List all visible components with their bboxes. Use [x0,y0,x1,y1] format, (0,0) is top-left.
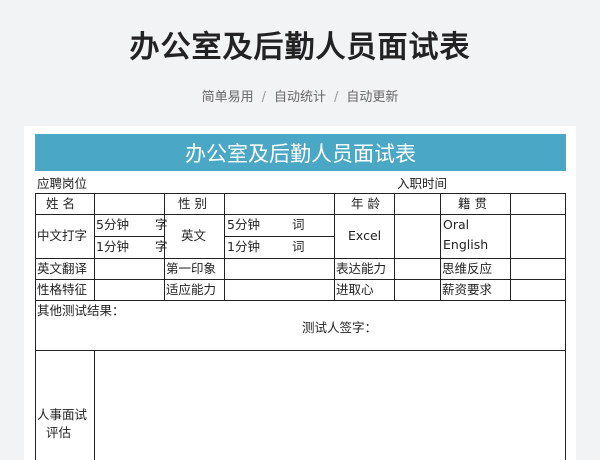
hr-interview-label-line2: 评估 [46,425,72,440]
position-label: 应聘岗位 [37,176,88,191]
table-rule [224,236,334,237]
other-results-label: 其他测试结果： [37,303,125,318]
expression-label: 表达能力 [336,261,387,276]
chinese-5min-unit: 字 [155,217,168,232]
table-rule [35,300,566,301]
adaptability-label: 适应能力 [166,282,217,297]
interview-form-sheet: 办公室及后勤人员面试表 应聘岗位 入职时间 姓 名 性 别 年 龄 籍 贯 中文… [24,126,576,460]
english-1min-unit: 词 [292,239,305,254]
personality-label: 性格特征 [37,282,88,297]
chinese-5min-label: 5分钟 [96,217,129,232]
table-rule [94,350,95,460]
subtitle-separator: / [334,90,339,105]
table-rule [510,193,511,300]
oral-english-label-line2: English [443,237,489,252]
table-rule [35,279,566,280]
table-rule [334,193,335,300]
tester-signature-label: 测试人签字： [302,320,378,335]
table-rule [224,193,225,300]
first-impression-label: 第一印象 [166,261,217,276]
table-rule [565,193,566,460]
age-label: 年 龄 [351,196,380,211]
table-rule [440,193,441,300]
excel-label: Excel [348,228,382,243]
salary-label: 薪资要求 [442,282,493,297]
chinese-typing-label: 中文打字 [37,228,88,243]
table-rule [94,193,95,300]
chinese-1min-unit: 字 [155,239,168,254]
table-rule [35,193,566,194]
english-5min-label: 5分钟 [227,217,260,232]
subtitle-item: 自动更新 [346,90,399,105]
subtitle-item: 自动统计 [273,90,326,105]
entry-time-label: 入职时间 [397,176,448,191]
chinese-1min-label: 1分钟 [96,239,129,254]
hr-interview-label: 人事面试 [37,407,88,422]
table-rule [35,350,566,351]
table-rule [394,193,395,300]
subtitle-separator: / [261,90,266,105]
form-title-banner: 办公室及后勤人员面试表 [35,134,566,171]
origin-label: 籍 贯 [458,196,487,211]
gender-label: 性 别 [178,196,207,211]
page-subtitle: 简单易用 / 自动统计 / 自动更新 [0,86,600,105]
table-rule [35,214,566,215]
table-rule [94,236,164,237]
thinking-label: 思维反应 [442,261,493,276]
english-typing-label: 英文 [181,228,207,243]
subtitle-item: 简单易用 [201,90,254,105]
name-label: 姓 名 [46,196,75,211]
table-rule [35,193,36,460]
oral-english-label-line1: Oral [443,217,470,232]
translation-label: 英文翻译 [37,261,88,276]
page-title: 办公室及后勤人员面试表 [129,30,471,65]
table-rule [35,258,566,259]
english-5min-unit: 词 [292,217,305,232]
motivation-label: 进取心 [336,282,374,297]
english-1min-label: 1分钟 [227,239,260,254]
